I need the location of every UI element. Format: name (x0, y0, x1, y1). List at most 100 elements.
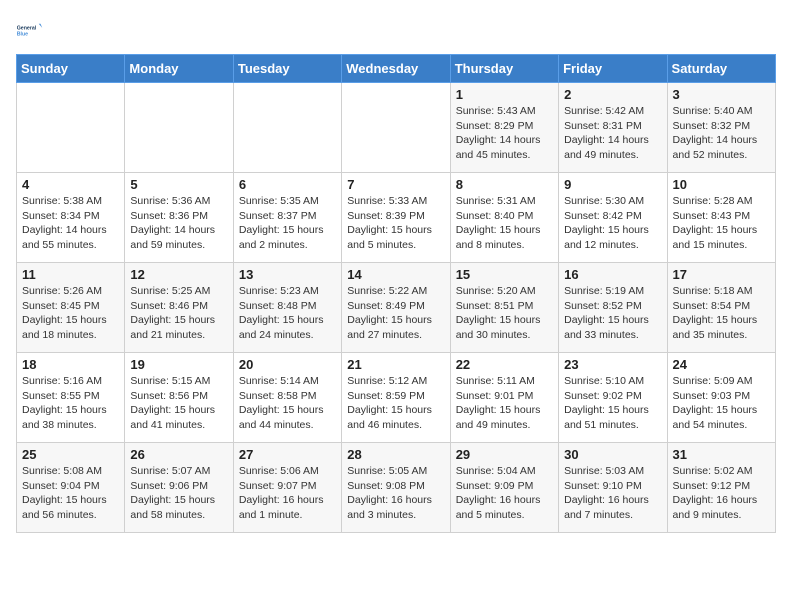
day-number: 15 (456, 267, 553, 282)
calendar-cell: 18Sunrise: 5:16 AM Sunset: 8:55 PM Dayli… (17, 353, 125, 443)
calendar-cell: 4 Sunrise: 5:38 AM Sunset: 8:34 PM Daylig… (17, 173, 125, 263)
calendar-cell: 25 Sunrise: 5:08 AM Sunset: 9:04 PM Dayli… (17, 443, 125, 533)
calendar-cell: 9Sunrise: 5:30 AM Sunset: 8:42 PM Daylig… (559, 173, 667, 263)
day-info: Sunrise: 5:12 AM Sunset: 8:59 PM Dayligh… (347, 374, 444, 433)
day-info: Sunrise: 5:19 AM Sunset: 8:52 PM Dayligh… (564, 284, 661, 343)
day-number: 21 (347, 357, 444, 372)
calendar-cell: 19 Sunrise: 5:15 AM Sunset: 8:56 PM Dayli… (125, 353, 233, 443)
logo-icon: GeneralBlue (16, 16, 44, 44)
calendar-cell: 24Sunrise: 5:09 AM Sunset: 9:03 PM Dayli… (667, 353, 775, 443)
weekday-header-row: SundayMondayTuesdayWednesdayThursdayFrid… (17, 55, 776, 83)
day-info: Sunrise: 5:25 AM Sunset: 8:46 PM Dayligh… (130, 284, 227, 343)
day-info: Sunrise: 5:35 AM Sunset: 8:37 PM Dayligh… (239, 194, 336, 253)
calendar-cell: 29 Sunrise: 5:04 AM Sunset: 9:09 PM Dayli… (450, 443, 558, 533)
day-number: 20 (239, 357, 336, 372)
day-number: 2 (564, 87, 661, 102)
day-number: 12 (130, 267, 227, 282)
day-info: Sunrise: 5:18 AM Sunset: 8:54 PM Dayligh… (673, 284, 770, 343)
svg-text:Blue: Blue (17, 32, 28, 38)
calendar-cell: 12 Sunrise: 5:25 AM Sunset: 8:46 PM Dayli… (125, 263, 233, 353)
day-info: Sunrise: 5:15 AM Sunset: 8:56 PM Dayligh… (130, 374, 227, 433)
logo: GeneralBlue (16, 16, 44, 44)
calendar-cell: 11 Sunrise: 5:26 AM Sunset: 8:45 PM Dayli… (17, 263, 125, 353)
day-number: 17 (673, 267, 770, 282)
week-row-5: 25 Sunrise: 5:08 AM Sunset: 9:04 PM Dayli… (17, 443, 776, 533)
day-info: Sunrise: 5:33 AM Sunset: 8:39 PM Dayligh… (347, 194, 444, 253)
day-info: Sunrise: 5:40 AM Sunset: 8:32 PM Dayligh… (673, 104, 770, 163)
day-number: 30 (564, 447, 661, 462)
calendar-cell: 17 Sunrise: 5:18 AM Sunset: 8:54 PM Dayli… (667, 263, 775, 353)
calendar-cell: 20 Sunrise: 5:14 AM Sunset: 8:58 PM Dayli… (233, 353, 341, 443)
day-number: 23 (564, 357, 661, 372)
day-number: 14 (347, 267, 444, 282)
calendar-cell: 21 Sunrise: 5:12 AM Sunset: 8:59 PM Dayli… (342, 353, 450, 443)
day-number: 10 (673, 177, 770, 192)
day-info: Sunrise: 5:05 AM Sunset: 9:08 PM Dayligh… (347, 464, 444, 523)
calendar-body: 1 Sunrise: 5:43 AM Sunset: 8:29 PM Daylig… (17, 83, 776, 533)
day-info: Sunrise: 5:31 AM Sunset: 8:40 PM Dayligh… (456, 194, 553, 253)
day-number: 4 (22, 177, 119, 192)
week-row-1: 1 Sunrise: 5:43 AM Sunset: 8:29 PM Daylig… (17, 83, 776, 173)
page-header: GeneralBlue (16, 16, 776, 44)
weekday-header-sunday: Sunday (17, 55, 125, 83)
weekday-header-thursday: Thursday (450, 55, 558, 83)
day-number: 19 (130, 357, 227, 372)
weekday-header-friday: Friday (559, 55, 667, 83)
calendar-cell: 10Sunrise: 5:28 AM Sunset: 8:43 PM Dayli… (667, 173, 775, 263)
day-info: Sunrise: 5:30 AM Sunset: 8:42 PM Dayligh… (564, 194, 661, 253)
day-info: Sunrise: 5:02 AM Sunset: 9:12 PM Dayligh… (673, 464, 770, 523)
day-number: 13 (239, 267, 336, 282)
day-number: 26 (130, 447, 227, 462)
calendar-cell: 14 Sunrise: 5:22 AM Sunset: 8:49 PM Dayli… (342, 263, 450, 353)
day-info: Sunrise: 5:06 AM Sunset: 9:07 PM Dayligh… (239, 464, 336, 523)
day-info: Sunrise: 5:11 AM Sunset: 9:01 PM Dayligh… (456, 374, 553, 433)
day-number: 27 (239, 447, 336, 462)
day-info: Sunrise: 5:36 AM Sunset: 8:36 PM Dayligh… (130, 194, 227, 253)
day-number: 29 (456, 447, 553, 462)
day-info: Sunrise: 5:42 AM Sunset: 8:31 PM Dayligh… (564, 104, 661, 163)
day-info: Sunrise: 5:04 AM Sunset: 9:09 PM Dayligh… (456, 464, 553, 523)
calendar-table: SundayMondayTuesdayWednesdayThursdayFrid… (16, 54, 776, 533)
day-info: Sunrise: 5:26 AM Sunset: 8:45 PM Dayligh… (22, 284, 119, 343)
calendar-cell (342, 83, 450, 173)
calendar-header: SundayMondayTuesdayWednesdayThursdayFrid… (17, 55, 776, 83)
day-number: 16 (564, 267, 661, 282)
calendar-cell: 31 Sunrise: 5:02 AM Sunset: 9:12 PM Dayli… (667, 443, 775, 533)
calendar-cell: 28Sunrise: 5:05 AM Sunset: 9:08 PM Dayli… (342, 443, 450, 533)
calendar-cell (233, 83, 341, 173)
day-number: 5 (130, 177, 227, 192)
week-row-3: 11 Sunrise: 5:26 AM Sunset: 8:45 PM Dayli… (17, 263, 776, 353)
calendar-cell (125, 83, 233, 173)
calendar-cell: 3Sunrise: 5:40 AM Sunset: 8:32 PM Daylig… (667, 83, 775, 173)
day-number: 22 (456, 357, 553, 372)
calendar-cell: 6Sunrise: 5:35 AM Sunset: 8:37 PM Daylig… (233, 173, 341, 263)
day-info: Sunrise: 5:07 AM Sunset: 9:06 PM Dayligh… (130, 464, 227, 523)
calendar-cell: 27 Sunrise: 5:06 AM Sunset: 9:07 PM Dayli… (233, 443, 341, 533)
day-number: 18 (22, 357, 119, 372)
weekday-header-saturday: Saturday (667, 55, 775, 83)
day-info: Sunrise: 5:14 AM Sunset: 8:58 PM Dayligh… (239, 374, 336, 433)
day-number: 31 (673, 447, 770, 462)
calendar-cell: 26 Sunrise: 5:07 AM Sunset: 9:06 PM Dayli… (125, 443, 233, 533)
day-info: Sunrise: 5:43 AM Sunset: 8:29 PM Dayligh… (456, 104, 553, 163)
day-number: 24 (673, 357, 770, 372)
calendar-cell: 1 Sunrise: 5:43 AM Sunset: 8:29 PM Daylig… (450, 83, 558, 173)
calendar-cell: 23 Sunrise: 5:10 AM Sunset: 9:02 PM Dayli… (559, 353, 667, 443)
day-number: 7 (347, 177, 444, 192)
day-info: Sunrise: 5:03 AM Sunset: 9:10 PM Dayligh… (564, 464, 661, 523)
weekday-header-tuesday: Tuesday (233, 55, 341, 83)
day-info: Sunrise: 5:38 AM Sunset: 8:34 PM Dayligh… (22, 194, 119, 253)
calendar-cell: 13Sunrise: 5:23 AM Sunset: 8:48 PM Dayli… (233, 263, 341, 353)
week-row-4: 18Sunrise: 5:16 AM Sunset: 8:55 PM Dayli… (17, 353, 776, 443)
day-number: 11 (22, 267, 119, 282)
day-number: 25 (22, 447, 119, 462)
calendar-cell: 15Sunrise: 5:20 AM Sunset: 8:51 PM Dayli… (450, 263, 558, 353)
day-info: Sunrise: 5:08 AM Sunset: 9:04 PM Dayligh… (22, 464, 119, 523)
day-info: Sunrise: 5:10 AM Sunset: 9:02 PM Dayligh… (564, 374, 661, 433)
weekday-header-wednesday: Wednesday (342, 55, 450, 83)
weekday-header-monday: Monday (125, 55, 233, 83)
svg-text:General: General (17, 25, 37, 31)
day-info: Sunrise: 5:22 AM Sunset: 8:49 PM Dayligh… (347, 284, 444, 343)
day-number: 1 (456, 87, 553, 102)
calendar-cell: 5 Sunrise: 5:36 AM Sunset: 8:36 PM Daylig… (125, 173, 233, 263)
